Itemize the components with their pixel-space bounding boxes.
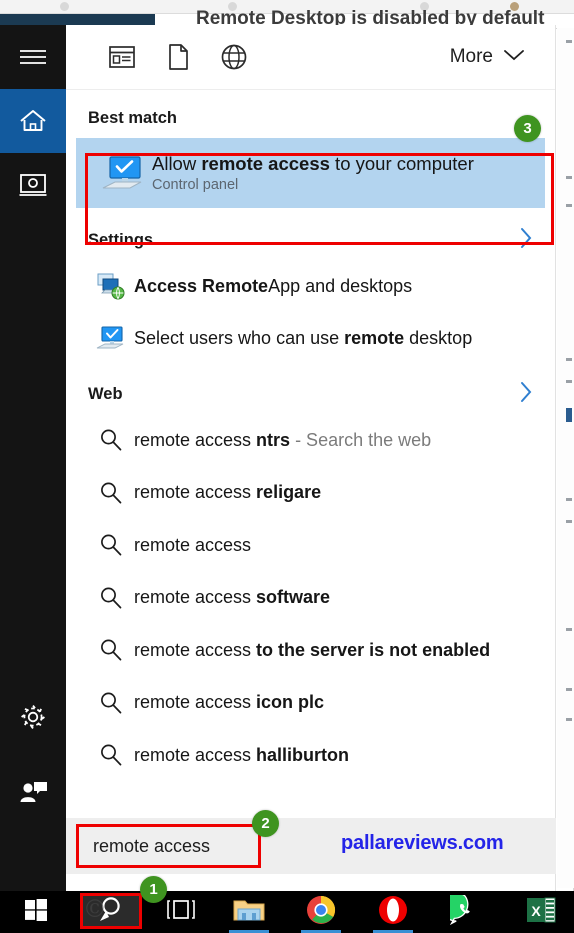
remote-access-monitor-icon — [94, 153, 152, 193]
web-result-label: remote access — [134, 535, 251, 556]
search-bar: remote access pallareviews.com — [66, 818, 556, 874]
gear-icon — [19, 703, 47, 731]
web-result-label: remote access religare — [134, 482, 321, 503]
section-header-best-match: Best match — [66, 98, 555, 138]
settings-result-remoteapp[interactable]: Access RemoteApp and desktops — [66, 260, 555, 312]
web-result-label: remote access software — [134, 587, 330, 608]
settings-result-remote-desktop-users[interactable]: Select users who can use remote desktop — [66, 312, 555, 364]
results-list: Best match Allow remote access to your c… — [66, 90, 555, 891]
sidebar-item-settings[interactable] — [0, 685, 66, 749]
web-result-row[interactable]: remote access halliburton — [66, 729, 555, 782]
cortana-search-button[interactable] — [80, 893, 142, 929]
search-icon — [88, 691, 134, 715]
whatsapp-icon — [450, 895, 480, 930]
search-icon — [88, 743, 134, 767]
sidebar-item-home[interactable] — [0, 89, 66, 153]
feedback-icon — [18, 780, 48, 804]
settings-result-label: Access RemoteApp and desktops — [134, 276, 412, 297]
web-icon[interactable] — [206, 44, 262, 70]
chevron-right-icon[interactable] — [519, 381, 533, 408]
excel-icon: X — [526, 896, 556, 929]
search-icon — [88, 428, 134, 452]
web-result-row[interactable]: remote access software — [66, 572, 555, 625]
web-result-row[interactable]: remote access religare — [66, 467, 555, 520]
cortana-search-icon — [96, 894, 126, 929]
browser-dot — [60, 2, 69, 11]
hamburger-icon — [19, 47, 47, 67]
search-icon — [88, 638, 134, 662]
web-result-label: remote access halliburton — [134, 745, 349, 766]
screen: Remote Desktop is disabled by default Mo… — [0, 0, 574, 933]
search-input[interactable]: remote access — [76, 824, 261, 868]
web-result-row[interactable]: remote access to the server is not enabl… — [66, 624, 555, 677]
best-match-subtitle: Control panel — [152, 177, 474, 193]
chevron-right-icon[interactable] — [519, 227, 533, 254]
remote-desktop-users-icon — [88, 324, 134, 352]
web-result-label: remote access ntrs - Search the web — [134, 430, 431, 451]
search-icon — [88, 533, 134, 557]
web-heading: Web — [88, 385, 123, 404]
search-input-value: remote access — [93, 836, 210, 857]
annotation-badge-1: 1 — [140, 876, 167, 903]
web-result-row[interactable]: remote access icon plc — [66, 677, 555, 730]
taskbar-app-excel[interactable]: X — [510, 891, 572, 933]
taskbar-app-file-explorer[interactable] — [218, 891, 280, 933]
taskbar: X ℘𝒞𝓀𝓁ℰ 𝒲𝒾𝒻𝒾𝓀𝓈 𝒫ℋ𝓉𝓄𝒶𝓁𝓃𝓎 © — [0, 891, 574, 933]
settings-heading: Settings — [88, 231, 153, 250]
watermark: pallareviews.com — [341, 832, 503, 855]
web-results-list: remote access ntrs - Search the web remo… — [66, 414, 555, 782]
file-explorer-icon — [233, 897, 265, 928]
page-right-sliver — [557, 28, 574, 888]
best-match-heading: Best match — [88, 109, 177, 128]
documents-icon[interactable] — [150, 44, 206, 70]
best-match-result[interactable]: Allow remote access to your computer Con… — [76, 138, 545, 208]
filter-toolbar: More — [66, 25, 555, 90]
display-icon — [18, 172, 48, 198]
start-menu-rail — [0, 25, 66, 891]
web-result-row[interactable]: remote access ntrs - Search the web — [66, 414, 555, 467]
web-result-label: remote access icon plc — [134, 692, 324, 713]
windows-start-icon — [24, 898, 48, 927]
taskbar-app-whatsapp[interactable] — [434, 891, 496, 933]
sidebar-item-hamburger[interactable] — [0, 25, 66, 89]
taskbar-app-chrome[interactable] — [290, 891, 352, 933]
search-icon — [88, 586, 134, 610]
taskbar-app-opera[interactable] — [362, 891, 424, 933]
web-result-row[interactable]: remote access — [66, 519, 555, 572]
section-header-settings: Settings — [66, 220, 555, 260]
web-result-label: remote access to the server is not enabl… — [134, 640, 490, 661]
svg-text:X: X — [531, 903, 541, 919]
annotation-badge-3: 3 — [514, 115, 541, 142]
settings-result-label: Select users who can use remote desktop — [134, 328, 472, 349]
more-label: More — [450, 46, 493, 68]
windows-start-button[interactable] — [5, 891, 67, 933]
remoteapp-icon — [88, 272, 134, 300]
chrome-icon — [306, 895, 336, 930]
search-results-panel: More Best match Allow remote access to y… — [66, 25, 556, 891]
section-header-web: Web — [66, 374, 555, 414]
annotation-badge-2: 2 — [252, 810, 279, 837]
opera-icon — [378, 895, 408, 930]
search-icon — [88, 481, 134, 505]
home-icon — [18, 107, 48, 135]
best-match-wrapper: Allow remote access to your computer Con… — [66, 138, 555, 208]
best-match-text: Allow remote access to your computer Con… — [152, 153, 474, 193]
sidebar-item-my-stuff[interactable] — [0, 153, 66, 217]
sidebar-item-feedback[interactable] — [0, 760, 66, 824]
chevron-down-icon — [503, 46, 525, 68]
apps-icon[interactable] — [94, 46, 150, 68]
more-filters-button[interactable]: More — [450, 46, 537, 68]
best-match-title: Allow remote access to your computer — [152, 153, 474, 175]
task-view-icon — [165, 899, 197, 926]
